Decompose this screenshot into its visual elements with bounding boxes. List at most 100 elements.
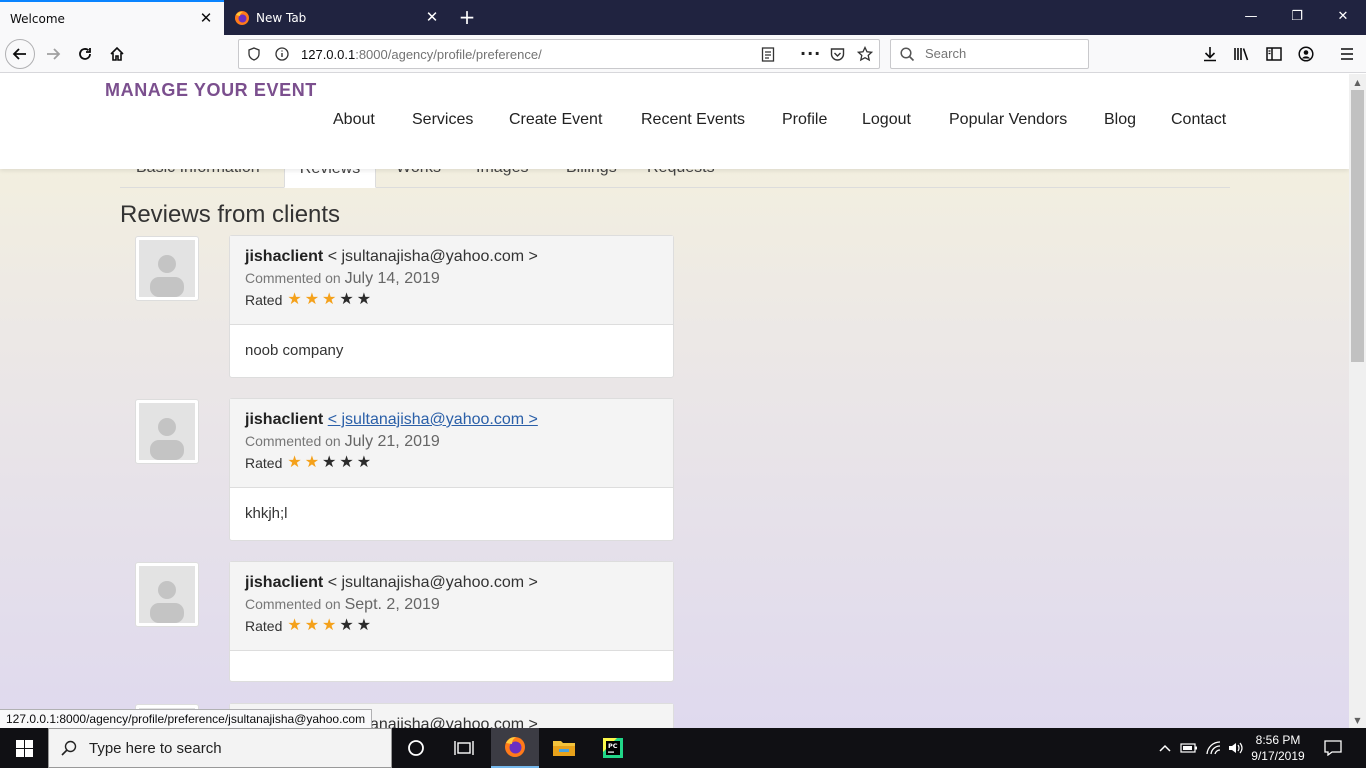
rated-label: Rated xyxy=(245,618,283,634)
close-tab-icon[interactable]: ✕ xyxy=(424,10,440,26)
user-placeholder-icon xyxy=(150,255,184,297)
clock-time: 8:56 PM xyxy=(1255,733,1301,747)
user-placeholder-icon xyxy=(150,581,184,623)
menu-hamburger-icon[interactable] xyxy=(1335,42,1359,66)
reviewer-email-link[interactable]: < jsultanajisha@yahoo.com > xyxy=(328,574,538,591)
scroll-up-icon[interactable]: ▲ xyxy=(1349,74,1366,90)
restore-icon[interactable]: ❐ xyxy=(1274,0,1320,32)
file-explorer-icon[interactable] xyxy=(540,728,588,768)
back-button[interactable] xyxy=(5,39,35,69)
tab-welcome[interactable]: Welcome ✕ xyxy=(0,0,224,35)
review-date: July 21, 2019 xyxy=(344,433,440,450)
minimize-icon[interactable]: — xyxy=(1228,0,1274,32)
url-host: 127.0.0.1 xyxy=(301,47,356,62)
commented-label: Commented on xyxy=(245,433,341,449)
star-filled-icon: ★ xyxy=(304,291,320,308)
star-empty-icon: ★ xyxy=(322,454,337,471)
review-comment: khkjh;l xyxy=(245,505,288,522)
info-icon[interactable] xyxy=(275,47,289,61)
rated-label: Rated xyxy=(245,292,283,308)
back-arrow-icon xyxy=(12,48,26,60)
nav-contact[interactable]: Contact xyxy=(1171,111,1226,131)
downloads-icon[interactable] xyxy=(1198,42,1222,66)
star-filled-icon: ★ xyxy=(304,454,320,471)
search-icon xyxy=(900,47,915,62)
nav-services[interactable]: Services xyxy=(412,111,473,131)
nav-logout[interactable]: Logout xyxy=(862,111,911,131)
page-scrollbar[interactable]: ▲ ▼ xyxy=(1349,74,1366,728)
scroll-thumb[interactable] xyxy=(1351,90,1364,362)
pocket-icon[interactable] xyxy=(830,47,845,61)
new-tab-button[interactable]: + xyxy=(454,4,480,30)
forward-button[interactable] xyxy=(38,39,68,69)
nav-recent-events[interactable]: Recent Events xyxy=(641,111,745,131)
review-card: jishaclient < jsultanajisha@yahoo.com > … xyxy=(229,398,674,541)
star-empty-icon: ★ xyxy=(356,454,372,471)
search-icon xyxy=(61,740,77,756)
battery-icon[interactable] xyxy=(1178,728,1200,768)
commented-label: Commented on xyxy=(245,270,341,286)
star-filled-icon: ★ xyxy=(287,291,302,308)
star-empty-icon: ★ xyxy=(339,617,354,634)
review-date: July 14, 2019 xyxy=(344,270,440,287)
show-hidden-icons-icon[interactable] xyxy=(1156,728,1174,768)
avatar xyxy=(135,562,199,627)
nav-blog[interactable]: Blog xyxy=(1104,111,1136,131)
reload-icon xyxy=(79,48,91,60)
review-comment: noob company xyxy=(245,342,344,359)
home-icon xyxy=(110,46,124,61)
close-tab-icon[interactable]: ✕ xyxy=(198,11,214,27)
search-input[interactable] xyxy=(925,46,1075,61)
close-window-icon[interactable]: ✕ xyxy=(1320,0,1366,32)
windows-logo-icon xyxy=(15,739,33,757)
reviewer-email-link[interactable]: < jsultanajisha@yahoo.com > xyxy=(328,411,538,428)
task-view-icon[interactable] xyxy=(440,728,488,768)
review-card: jishaclient < jsultanajisha@yahoo.com > … xyxy=(229,235,674,378)
url-text: 127.0.0.1:8000/agency/profile/preference… xyxy=(301,47,542,62)
nav-about[interactable]: About xyxy=(333,111,375,131)
tab-title: Welcome xyxy=(10,11,65,26)
firefox-icon[interactable] xyxy=(491,728,539,768)
avatar xyxy=(135,399,199,464)
url-path: :8000/agency/profile/preference/ xyxy=(355,47,542,62)
star-empty-icon: ★ xyxy=(339,291,354,308)
star-empty-icon: ★ xyxy=(356,617,372,634)
nav-popular-vendors[interactable]: Popular Vendors xyxy=(949,111,1067,131)
library-icon[interactable] xyxy=(1230,42,1254,66)
pycharm-icon[interactable]: PC xyxy=(589,728,637,768)
clock-date: 9/17/2019 xyxy=(1251,749,1305,763)
rating-stars: ★ ★ ★ ★ ★ xyxy=(287,618,374,634)
system-clock[interactable]: 8:56 PM 9/17/2019 xyxy=(1240,732,1316,764)
tab-new-tab[interactable]: New Tab ✕ xyxy=(224,0,450,35)
start-button[interactable] xyxy=(0,728,48,768)
browser-nav-bar: 127.0.0.1:8000/agency/profile/preference… xyxy=(0,35,1366,73)
wifi-icon[interactable] xyxy=(1203,728,1225,768)
sidebar-icon[interactable] xyxy=(1262,42,1286,66)
star-filled-icon: ★ xyxy=(304,617,320,634)
browser-search-bar[interactable] xyxy=(890,39,1089,69)
home-button[interactable] xyxy=(102,39,132,69)
user-placeholder-icon xyxy=(150,418,184,460)
taskbar-search-text: Type here to search xyxy=(89,739,222,757)
url-bar[interactable]: 127.0.0.1:8000/agency/profile/preference… xyxy=(238,39,880,69)
page-actions-icon[interactable]: ··· xyxy=(800,44,821,63)
nav-create-event[interactable]: Create Event xyxy=(509,111,602,131)
review-header: jishaclient < jsultanajisha@yahoo.com > … xyxy=(230,236,673,325)
shield-icon[interactable] xyxy=(247,47,261,61)
windows-taskbar: Type here to search PC 8:56 PM 9/17/2019 xyxy=(0,728,1366,768)
star-filled-icon: ★ xyxy=(287,454,302,471)
site-brand[interactable]: MANAGE YOUR EVENT xyxy=(105,80,317,101)
bookmark-star-icon[interactable] xyxy=(857,46,873,62)
reader-view-icon[interactable] xyxy=(761,47,775,62)
reload-button[interactable] xyxy=(70,39,100,69)
cortana-icon[interactable] xyxy=(392,728,440,768)
rated-label: Rated xyxy=(245,455,283,471)
svg-text:PC: PC xyxy=(608,742,618,750)
star-empty-icon: ★ xyxy=(339,454,354,471)
scroll-down-icon[interactable]: ▼ xyxy=(1349,712,1366,728)
taskbar-search-box[interactable]: Type here to search xyxy=(48,728,392,768)
notification-icon[interactable] xyxy=(1320,728,1346,768)
reviewer-email-link[interactable]: < jsultanajisha@yahoo.com > xyxy=(328,248,538,265)
nav-profile[interactable]: Profile xyxy=(782,111,827,131)
account-icon[interactable] xyxy=(1294,42,1318,66)
